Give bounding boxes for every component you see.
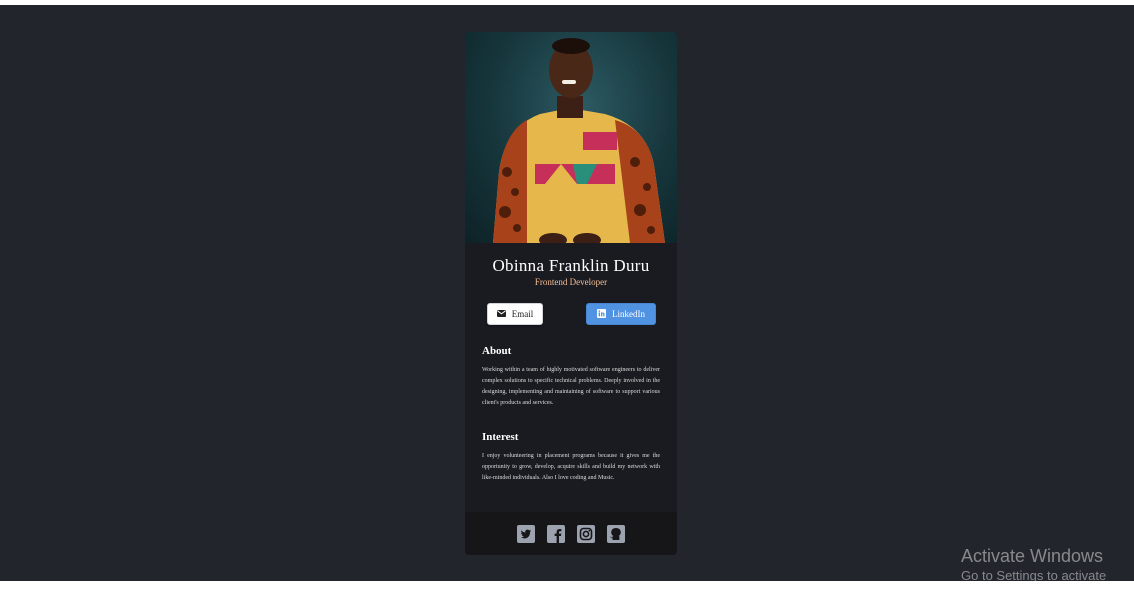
linkedin-button-label: LinkedIn	[612, 309, 645, 319]
linkedin-button[interactable]: LinkedIn	[586, 303, 656, 325]
profile-photo	[465, 32, 677, 243]
interest-text: I enjoy volunteering in placement progra…	[482, 453, 660, 481]
interest-heading: Interest	[482, 431, 519, 443]
envelope-icon	[496, 309, 506, 319]
email-button[interactable]: Email	[487, 303, 543, 325]
watermark-title: Activate Windows	[961, 546, 1104, 566]
profile-name: Obinna Franklin Duru	[492, 256, 650, 275]
instagram-icon[interactable]	[577, 524, 595, 543]
linkedin-icon	[597, 308, 606, 320]
activate-windows-watermark: Activate Windows Go to Settings to activ…	[961, 546, 1106, 583]
profile-role: Frontend Developer	[534, 277, 608, 287]
about-text: Working within a team of highly motivate…	[482, 367, 660, 406]
email-button-label: Email	[511, 309, 534, 319]
twitter-icon[interactable]	[517, 524, 535, 543]
facebook-icon[interactable]	[547, 524, 565, 543]
github-icon[interactable]	[607, 524, 625, 543]
watermark-subtitle: Go to Settings to activate	[961, 568, 1107, 583]
social-footer	[465, 512, 677, 555]
about-heading: About	[482, 345, 512, 357]
profile-card: Obinna Franklin Duru Frontend Developer …	[465, 32, 677, 555]
